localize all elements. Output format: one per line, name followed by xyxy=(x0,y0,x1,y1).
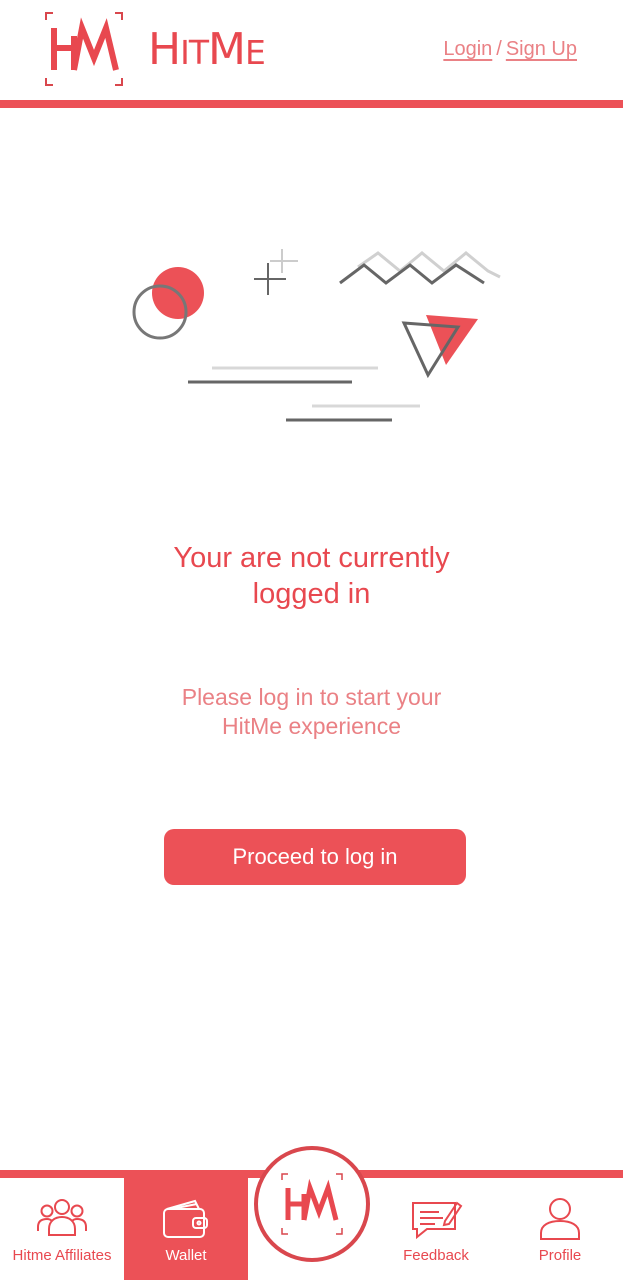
header-divider xyxy=(0,100,623,108)
tab-wallet[interactable]: Wallet xyxy=(124,1178,248,1280)
brand-letters-it: IT xyxy=(180,33,209,72)
login-link[interactable]: Login xyxy=(443,38,492,61)
tab-profile[interactable]: Profile xyxy=(498,1178,622,1280)
not-logged-in-title: Your are not currently logged in xyxy=(173,542,450,610)
tab-label: Profile xyxy=(538,1247,582,1264)
tab-feedback[interactable]: Feedback xyxy=(374,1178,498,1280)
app-header: H IT M E Login / Sign Up xyxy=(0,0,623,108)
group-icon xyxy=(37,1199,87,1236)
chat-icon xyxy=(412,1201,463,1240)
brand-letter-e: E xyxy=(244,33,266,72)
brand-letter-h: H xyxy=(148,24,181,75)
tab-label: Hitme Affiliates xyxy=(12,1247,112,1264)
brand-name: H IT M E xyxy=(148,24,266,75)
user-icon xyxy=(540,1198,580,1240)
proceed-to-login-button[interactable]: Proceed to log in xyxy=(164,829,466,885)
auth-links: Login / Sign Up xyxy=(443,38,577,61)
tab-label: Wallet xyxy=(165,1247,207,1264)
empty-state-illustration xyxy=(132,249,501,422)
signup-link[interactable]: Sign Up xyxy=(506,38,577,61)
login-prompt-subtitle: Please log in to start your HitMe experi… xyxy=(181,684,442,739)
brand-letter-m: M xyxy=(207,24,246,75)
center-home-button[interactable] xyxy=(254,1146,370,1262)
auth-separator: / xyxy=(496,38,502,60)
tab-label: Feedback xyxy=(403,1247,469,1264)
wallet-icon xyxy=(163,1199,208,1238)
hitme-logo-icon[interactable] xyxy=(42,10,126,88)
tab-hitme-affiliates[interactable]: Hitme Affiliates xyxy=(0,1178,124,1280)
hitme-logo-icon xyxy=(281,1173,343,1235)
